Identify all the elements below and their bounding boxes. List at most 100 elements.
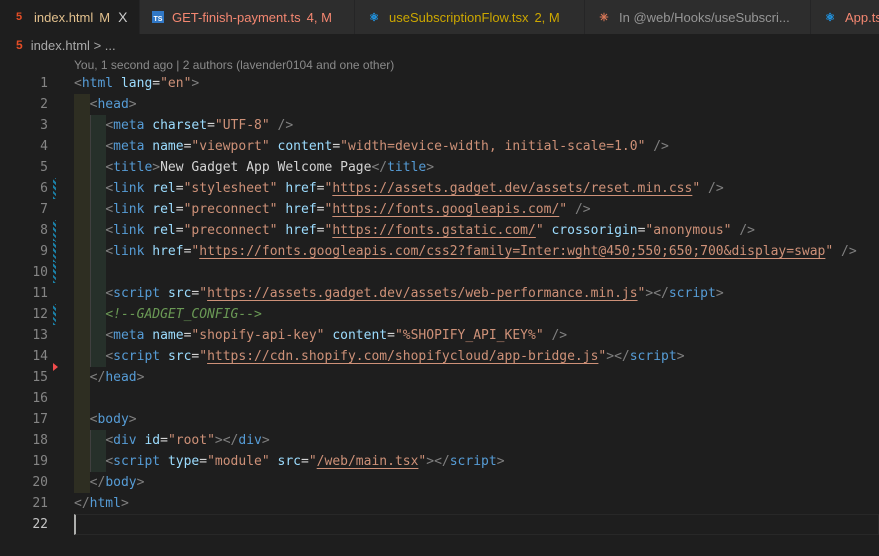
code-text: <link rel="preconnect" href="https://fon… <box>74 199 590 220</box>
git-modified-marker[interactable] <box>53 262 56 283</box>
code-token: html <box>89 496 121 511</box>
url-link[interactable]: https://assets.gadget.dev/assets/web-per… <box>207 286 637 301</box>
code-token: "root" <box>167 433 215 448</box>
code-token: "en" <box>160 76 192 91</box>
code-token: /> <box>277 118 294 133</box>
code-line[interactable]: 20 </body> <box>0 472 879 493</box>
code-line[interactable]: 17 <body> <box>0 409 879 430</box>
code-token: link <box>113 181 145 196</box>
code-line[interactable]: 10 <box>0 262 879 283</box>
tab-app-ts[interactable]: ⚛ App.ts <box>811 0 879 34</box>
code-line[interactable]: 13 <meta name="shopify-api-key" content=… <box>0 325 879 346</box>
code-line[interactable]: 2 <head> <box>0 94 879 115</box>
line-number: 1 <box>40 76 48 91</box>
code-line[interactable]: 11 <script src="https://assets.gadget.de… <box>0 283 879 304</box>
code-text: <script src="https://assets.gadget.dev/a… <box>74 283 723 304</box>
code-token: </ <box>89 370 106 385</box>
code-line[interactable]: 15 </head> <box>0 363 879 388</box>
url-link[interactable]: https://fonts.googleapis.com/ <box>332 202 559 217</box>
code-token: "anonymous" <box>645 223 732 238</box>
code-line[interactable]: 19 <script type="module" src="/web/main.… <box>0 451 879 472</box>
code-line[interactable]: 22 <box>0 514 879 535</box>
git-modified-marker[interactable] <box>53 178 56 199</box>
code-token: "%SHOPIFY_API_KEY%" <box>394 328 544 343</box>
code-token: > <box>676 349 685 364</box>
tab-usesubscriptionflow-tsx[interactable]: ⚛ useSubscriptionFlow.tsx 2, M <box>355 0 585 34</box>
line-number: 16 <box>32 391 48 406</box>
code-text: <link rel="stylesheet" href="https://ass… <box>74 178 723 199</box>
git-modified-marker[interactable] <box>53 304 56 325</box>
breadcrumb-rest[interactable]: > ... <box>94 38 116 53</box>
git-modified-marker[interactable] <box>53 220 56 241</box>
code-token: href <box>285 181 317 196</box>
tab-index-html[interactable]: 5 index.html M X <box>0 0 140 34</box>
code-line[interactable]: 18 <div id="root"></div> <box>0 430 879 451</box>
url-link[interactable]: https://fonts.gstatic.com/ <box>332 223 536 238</box>
tab-get-finish-payment-ts[interactable]: TS GET-finish-payment.ts 4, M <box>140 0 355 34</box>
code-line[interactable]: 4 <meta name="viewport" content="width=d… <box>0 136 879 157</box>
html5-icon: 5 <box>15 11 23 23</box>
code-token: "width=device-width, initial-scale=1.0" <box>340 139 646 154</box>
code-line[interactable]: 21 </html> <box>0 493 879 514</box>
code-token: > <box>128 97 137 112</box>
code-line[interactable]: 14 <script src="https://cdn.shopify.com/… <box>0 346 879 367</box>
code-text: <title>New Gadget App Welcome Page</titl… <box>74 157 434 178</box>
breadcrumb-file[interactable]: index.html <box>31 38 90 53</box>
code-line[interactable]: 6 <link rel="stylesheet" href="https://a… <box>0 178 879 199</box>
code-token: head <box>105 370 137 385</box>
code-line[interactable]: 12 <!--GADGET_CONFIG--> <box>0 304 879 325</box>
url-link[interactable]: /web/main.tsx <box>317 454 419 469</box>
indent-guide <box>90 262 106 283</box>
line-number: 19 <box>32 454 48 469</box>
line-number: 10 <box>32 265 48 280</box>
code-token: "module" <box>207 454 270 469</box>
git-blame-codelens[interactable]: You, 1 second ago | 2 authors (lavender0… <box>74 58 394 72</box>
code-line[interactable]: 7 <link rel="preconnect" href="https://f… <box>0 199 879 220</box>
code-token: </ <box>89 475 106 490</box>
tab-in-web-hooks-usesubscri-[interactable]: ✳ In @web/Hooks/useSubscri... <box>585 0 811 34</box>
code-token: " <box>559 202 568 217</box>
code-token: content <box>277 139 333 154</box>
code-line[interactable]: 1 <html lang="en"> <box>0 73 879 94</box>
code-token: " <box>199 286 208 301</box>
code-token: /> <box>551 328 568 343</box>
code-token: < <box>105 223 114 238</box>
code-token: = <box>301 454 309 469</box>
code-token: = <box>152 76 161 91</box>
code-token: /> <box>841 244 857 259</box>
breadcrumb[interactable]: 5 index.html > ... <box>0 34 879 56</box>
code-line[interactable]: 16 <box>0 388 879 409</box>
code-line[interactable]: 5 <title>New Gadget App Welcome Page</ti… <box>0 157 879 178</box>
code-text: <body> <box>74 409 137 430</box>
code-token: > <box>152 160 161 175</box>
url-link[interactable]: https://fonts.googleapis.com/css2?family… <box>199 244 825 259</box>
url-link[interactable]: https://assets.gadget.dev/assets/reset.m… <box>332 181 692 196</box>
code-line[interactable]: 9 <link href="https://fonts.googleapis.c… <box>0 241 879 262</box>
git-deleted-marker[interactable] <box>53 363 58 371</box>
code-token: > <box>128 412 137 427</box>
tab-status: 2, M <box>534 9 560 25</box>
code-token: "shopify-api-key" <box>191 328 325 343</box>
git-modified-marker[interactable] <box>53 241 56 262</box>
code-token: = <box>160 433 168 448</box>
code-token: < <box>105 118 114 133</box>
url-link[interactable]: https://cdn.shopify.com/shopifycloud/app… <box>207 349 598 364</box>
line-number: 14 <box>32 349 48 364</box>
indent-guide <box>74 262 90 283</box>
code-line[interactable]: 8 <link rel="preconnect" href="https://f… <box>0 220 879 241</box>
code-token: > <box>261 433 270 448</box>
code-text: <div id="root"></div> <box>74 430 270 451</box>
code-text: </head> <box>74 367 145 388</box>
code-line[interactable]: 3 <meta charset="UTF-8" /> <box>0 115 879 136</box>
code-editor[interactable]: 1 <html lang="en"> 2 <head> 3 <meta charset… <box>0 73 879 556</box>
close-icon[interactable]: X <box>118 9 127 25</box>
code-token: </ <box>371 160 388 175</box>
line-number: 20 <box>32 475 48 490</box>
code-token: script <box>113 286 161 301</box>
code-token: script <box>113 349 161 364</box>
